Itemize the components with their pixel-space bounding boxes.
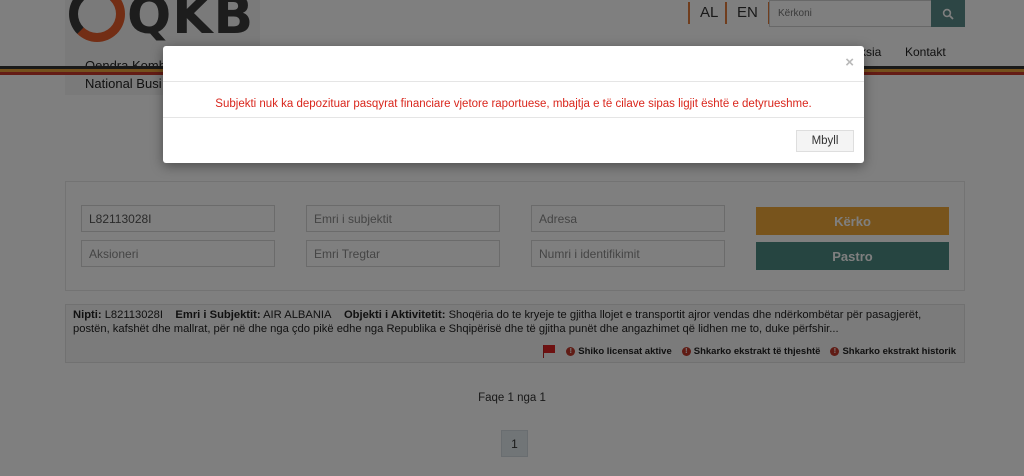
modal-header: × [163,46,864,82]
modal-body: Subjekti nuk ka depozituar pasqyrat fina… [163,82,864,118]
alert-modal: × Subjekti nuk ka depozituar pasqyrat fi… [163,46,864,163]
modal-footer: Mbyll [163,118,864,163]
close-icon[interactable]: × [845,55,854,71]
modal-message: Subjekti nuk ka depozituar pasqyrat fina… [215,98,812,110]
close-button[interactable]: Mbyll [796,130,854,152]
